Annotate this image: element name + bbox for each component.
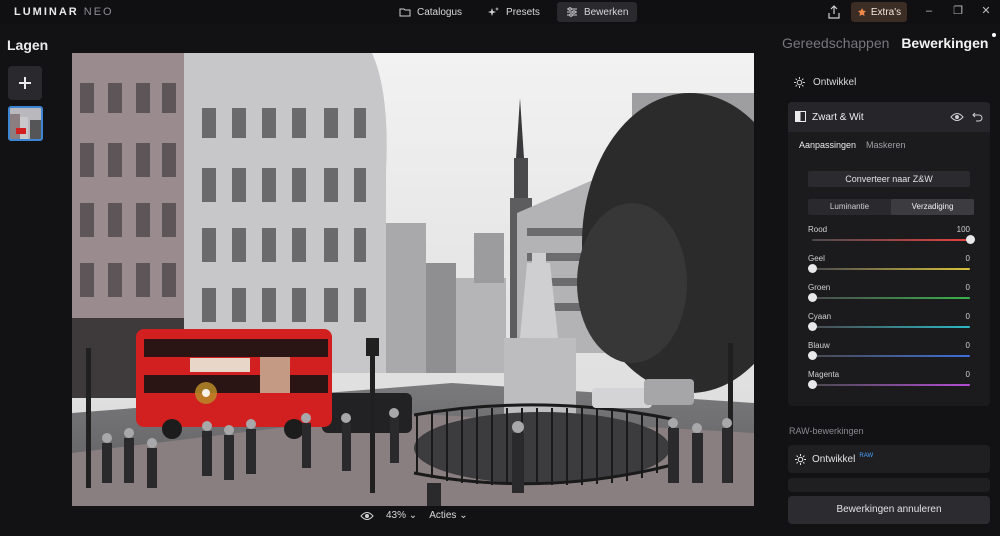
slider-value: 0 — [965, 370, 970, 379]
layers-title: Lagen — [7, 37, 49, 53]
plus-icon — [19, 77, 31, 89]
chevron-down-icon: ⌄ — [408, 510, 418, 521]
bw-tool-header[interactable]: Zwart & Wit — [788, 102, 990, 132]
toggle-luminantie[interactable]: Luminantie — [808, 199, 891, 215]
close-icon[interactable]: ✕ — [979, 4, 993, 18]
slider-handle[interactable] — [808, 380, 817, 389]
slider-cyaan[interactable]: Cyaan 0 — [808, 312, 970, 338]
slider-handle[interactable] — [808, 293, 817, 302]
photo-canvas[interactable] — [72, 53, 754, 506]
raw-develop-row[interactable]: Ontwikkel RAW — [788, 445, 990, 473]
bw-tool-icon — [795, 111, 806, 122]
slider-track[interactable] — [812, 355, 970, 357]
slider-handle[interactable] — [808, 351, 817, 360]
slider-track[interactable] — [812, 384, 970, 386]
slider-label: Cyaan — [808, 312, 832, 321]
toggle-verzadiging[interactable]: Verzadiging — [891, 199, 974, 215]
develop-row[interactable]: Ontwikkel — [794, 77, 856, 88]
slider-value: 0 — [965, 312, 970, 321]
add-layer-button[interactable] — [8, 66, 42, 100]
slider-magenta[interactable]: Magenta 0 — [808, 370, 970, 396]
unsaved-dot — [992, 33, 997, 37]
slider-track[interactable] — [812, 239, 970, 241]
tab-bewerkingen[interactable]: Bewerkingen — [901, 35, 988, 51]
folder-icon — [399, 8, 411, 17]
extras-button[interactable]: Extra's — [851, 2, 907, 22]
tab-presets[interactable]: Presets — [479, 2, 549, 22]
slider-geel[interactable]: Geel 0 — [808, 254, 970, 280]
restore-icon[interactable]: ❐ — [951, 4, 965, 18]
slider-groen[interactable]: Groen 0 — [808, 283, 970, 309]
raw-item-partial[interactable] — [788, 478, 990, 492]
sparkle-icon — [488, 7, 500, 16]
raw-badge: RAW — [859, 453, 874, 459]
slider-label: Geel — [808, 254, 825, 263]
tab-gereedschappen[interactable]: Gereedschappen — [782, 35, 889, 51]
tab-catalogus[interactable]: Catalogus — [390, 2, 471, 22]
main-nav: Catalogus Presets Bewerken — [390, 2, 638, 22]
slider-track[interactable] — [812, 268, 970, 270]
subtab-aanpassingen[interactable]: Aanpassingen — [799, 140, 856, 150]
actions-dropdown[interactable]: Acties ⌄ — [429, 510, 467, 521]
reset-icon[interactable] — [972, 111, 983, 122]
slider-label: Blauw — [808, 341, 830, 350]
tab-bewerken[interactable]: Bewerken — [556, 2, 638, 22]
slider-track[interactable] — [812, 297, 970, 299]
photo-image — [72, 53, 754, 506]
app-logo: LUMINAR NEO — [14, 6, 114, 18]
sliders-icon — [566, 7, 577, 17]
slider-blauw[interactable]: Blauw 0 — [808, 341, 970, 367]
cancel-edits-button[interactable]: Bewerkingen annuleren — [788, 496, 990, 524]
tool-subtabs: Aanpassingen Maskeren — [799, 140, 906, 150]
layer-thumbnail-image — [10, 108, 41, 139]
slider-rood[interactable]: Rood 100 — [808, 225, 975, 251]
extras-icon — [857, 8, 866, 16]
slider-label: Groen — [808, 283, 831, 292]
slider-value: 100 — [956, 225, 970, 234]
slider-track[interactable] — [812, 326, 970, 328]
subtab-maskeren[interactable]: Maskeren — [866, 140, 906, 150]
share-icon[interactable] — [826, 4, 842, 20]
slider-handle[interactable] — [966, 235, 975, 244]
slider-handle[interactable] — [808, 264, 817, 273]
bw-tool-card: Zwart & Wit Aanpassingen Maskeren Conver… — [788, 102, 990, 406]
right-panel-tabs: Gereedschappen Bewerkingen — [782, 33, 997, 51]
slider-handle[interactable] — [808, 322, 817, 331]
eye-icon[interactable] — [360, 511, 374, 521]
slider-label: Magenta — [808, 370, 840, 379]
red-bus — [136, 329, 332, 439]
mode-toggle: Luminantie Verzadiging — [808, 199, 974, 215]
raw-section-title: RAW-bewerkingen — [789, 426, 864, 436]
zoom-dropdown[interactable]: 43% ⌄ — [386, 510, 417, 521]
chevron-down-icon: ⌄ — [459, 510, 468, 521]
slider-value: 0 — [965, 254, 970, 263]
minimize-icon[interactable]: – — [922, 4, 936, 18]
slider-value: 0 — [965, 283, 970, 292]
visibility-eye-icon[interactable] — [950, 111, 964, 123]
slider-value: 0 — [965, 341, 970, 350]
slider-label: Rood — [808, 225, 828, 234]
top-bar: LUMINAR NEO Catalogus Presets Bewerken E… — [0, 0, 1000, 24]
sun-icon — [794, 77, 805, 88]
convert-bw-button[interactable]: Converteer naar Z&W — [808, 171, 970, 187]
layer-thumbnail[interactable] — [8, 106, 43, 141]
canvas-toolbar: 43% ⌄ Acties ⌄ — [360, 510, 468, 521]
sun-icon — [795, 453, 806, 465]
